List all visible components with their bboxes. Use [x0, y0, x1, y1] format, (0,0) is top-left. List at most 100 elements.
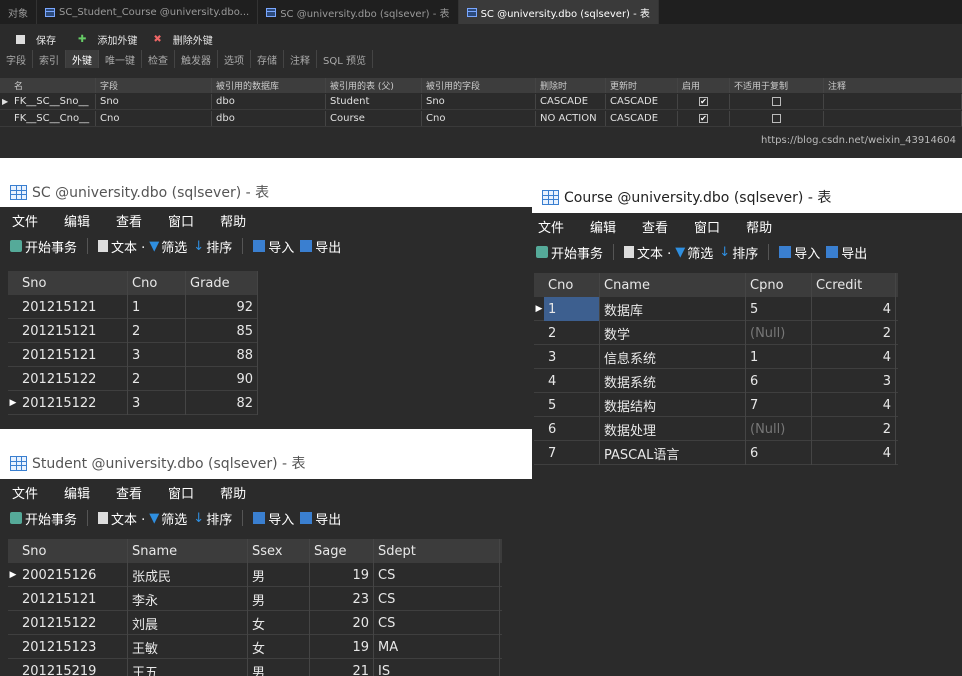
- menu-help[interactable]: 帮助: [220, 211, 246, 230]
- table-row[interactable]: ▶ 1 数据库 5 4: [534, 297, 898, 321]
- col-header-sno[interactable]: Sno: [18, 539, 128, 563]
- table-row[interactable]: 201215219 王五男 21 IS: [8, 659, 502, 676]
- import-button[interactable]: 导入: [779, 243, 820, 262]
- cell-sdept[interactable]: MA: [374, 635, 500, 659]
- begin-transaction-button[interactable]: 开始事务: [536, 243, 603, 262]
- subtab-options[interactable]: 选项: [218, 50, 251, 68]
- cell-cno[interactable]: 2: [544, 321, 600, 345]
- cell-cname[interactable]: 数据结构: [600, 393, 746, 417]
- fk-ref-field-cell[interactable]: Cno: [422, 111, 536, 126]
- menu-edit[interactable]: 编辑: [64, 483, 90, 502]
- cell-cpno[interactable]: 1: [746, 345, 812, 369]
- col-header-sage[interactable]: Sage: [310, 539, 374, 563]
- filter-button[interactable]: ▼ 筛选: [149, 509, 187, 528]
- import-button[interactable]: 导入: [253, 509, 294, 528]
- table-row[interactable]: 201215121 1 92: [8, 295, 258, 319]
- sc-window-titlebar[interactable]: SC @university.dbo (sqlsever) - 表: [0, 177, 532, 207]
- fk-col-comment[interactable]: 注释: [824, 78, 962, 93]
- subtab-unique[interactable]: 唯一键: [99, 50, 142, 68]
- cell-cname[interactable]: 数学: [600, 321, 746, 345]
- fk-ref-table-cell[interactable]: Student: [326, 94, 422, 109]
- cell-grade[interactable]: 90: [186, 367, 258, 391]
- not-for-replication-checkbox[interactable]: [772, 97, 781, 106]
- cell-sno[interactable]: 201215122: [18, 611, 128, 635]
- cell-ccredit[interactable]: 4: [812, 345, 896, 369]
- table-row[interactable]: 2 数学 (Null) 2: [534, 321, 898, 345]
- cell-ccredit[interactable]: 2: [812, 321, 896, 345]
- cell-sage[interactable]: 21: [310, 659, 374, 676]
- cell-sno[interactable]: 201215121: [18, 319, 128, 343]
- fk-row[interactable]: FK__SC__Cno__ Cno dbo Course Cno NO ACTI…: [0, 111, 962, 127]
- sort-button[interactable]: ↓ 排序: [719, 243, 758, 262]
- table-row[interactable]: 201215121 李永男 23 CS: [8, 587, 502, 611]
- cell-sno[interactable]: 201215121: [18, 295, 128, 319]
- table-row[interactable]: 3 信息系统 1 4: [534, 345, 898, 369]
- menu-window[interactable]: 窗口: [168, 211, 194, 230]
- fk-comment-cell[interactable]: [824, 111, 962, 126]
- save-button[interactable]: 保存: [8, 32, 56, 47]
- cell-sage[interactable]: 19: [310, 635, 374, 659]
- cell-sdept[interactable]: IS: [374, 659, 500, 676]
- tab-objects[interactable]: 对象: [0, 0, 37, 24]
- text-view-button[interactable]: 文本 ·: [624, 243, 671, 262]
- delete-foreign-key-button[interactable]: ✖ 删除外键: [145, 32, 212, 47]
- fk-on-update-cell[interactable]: CASCADE: [606, 94, 678, 109]
- cell-ssex[interactable]: 男: [248, 563, 310, 587]
- col-header-cpno[interactable]: Cpno: [746, 273, 812, 297]
- cell-cno[interactable]: 2: [128, 319, 186, 343]
- subtab-sql-preview[interactable]: SQL 预览: [317, 50, 373, 68]
- fk-name-cell[interactable]: FK__SC__Sno__: [10, 94, 96, 109]
- cell-cpno[interactable]: 6: [746, 369, 812, 393]
- cell-sname[interactable]: 王敏: [128, 635, 248, 659]
- fk-ref-db-cell[interactable]: dbo: [212, 111, 326, 126]
- text-view-button[interactable]: 文本 ·: [98, 509, 145, 528]
- add-foreign-key-button[interactable]: ✚ 添加外键: [70, 32, 137, 47]
- cell-sname[interactable]: 张成民: [128, 563, 248, 587]
- cell-ccredit[interactable]: 4: [812, 297, 896, 321]
- cell-ccredit[interactable]: 3: [812, 369, 896, 393]
- cell-cno[interactable]: 1: [544, 297, 600, 321]
- table-row[interactable]: 4 数据系统 6 3: [534, 369, 898, 393]
- col-header-ssex[interactable]: Ssex: [248, 539, 310, 563]
- menu-file[interactable]: 文件: [12, 483, 38, 502]
- cell-cname[interactable]: 信息系统: [600, 345, 746, 369]
- import-button[interactable]: 导入: [253, 237, 294, 256]
- col-header-cname[interactable]: Cname: [600, 273, 746, 297]
- table-row[interactable]: 7 PASCAL语言 6 4: [534, 441, 898, 465]
- cell-grade[interactable]: 88: [186, 343, 258, 367]
- menu-view[interactable]: 查看: [116, 483, 142, 502]
- fk-field-cell[interactable]: Sno: [96, 94, 212, 109]
- fk-comment-cell[interactable]: [824, 94, 962, 109]
- not-for-replication-checkbox[interactable]: [772, 114, 781, 123]
- sort-button[interactable]: ↓ 排序: [193, 509, 232, 528]
- cell-ssex[interactable]: 女: [248, 611, 310, 635]
- subtab-triggers[interactable]: 触发器: [175, 50, 218, 68]
- cell-cno[interactable]: 7: [544, 441, 600, 465]
- fk-col-on-delete[interactable]: 删除时: [536, 78, 606, 93]
- subtab-comment[interactable]: 注释: [284, 50, 317, 68]
- fk-on-delete-cell[interactable]: NO ACTION: [536, 111, 606, 126]
- cell-cname[interactable]: 数据库: [600, 297, 746, 321]
- col-header-sno[interactable]: Sno: [18, 271, 128, 295]
- course-window-titlebar[interactable]: Course @university.dbo (sqlsever) - 表: [532, 181, 962, 213]
- cell-sname[interactable]: 王五: [128, 659, 248, 676]
- sort-button[interactable]: ↓ 排序: [193, 237, 232, 256]
- enabled-checkbox[interactable]: ✔: [699, 97, 708, 106]
- fk-ref-field-cell[interactable]: Sno: [422, 94, 536, 109]
- filter-button[interactable]: ▼ 筛选: [675, 243, 713, 262]
- cell-sdept[interactable]: CS: [374, 611, 500, 635]
- cell-sno[interactable]: 201215121: [18, 587, 128, 611]
- cell-sno[interactable]: 201215122: [18, 367, 128, 391]
- cell-cpno[interactable]: 7: [746, 393, 812, 417]
- menu-file[interactable]: 文件: [12, 211, 38, 230]
- cell-grade[interactable]: 92: [186, 295, 258, 319]
- subtab-indexes[interactable]: 索引: [33, 50, 66, 68]
- col-header-sdept[interactable]: Sdept: [374, 539, 500, 563]
- cell-ccredit[interactable]: 4: [812, 393, 896, 417]
- menu-view[interactable]: 查看: [642, 217, 668, 236]
- cell-cname[interactable]: 数据系统: [600, 369, 746, 393]
- fk-col-not-for-replication[interactable]: 不适用于复制: [730, 78, 824, 93]
- menu-help[interactable]: 帮助: [746, 217, 772, 236]
- table-row[interactable]: 201215121 2 85: [8, 319, 258, 343]
- cell-ssex[interactable]: 男: [248, 659, 310, 676]
